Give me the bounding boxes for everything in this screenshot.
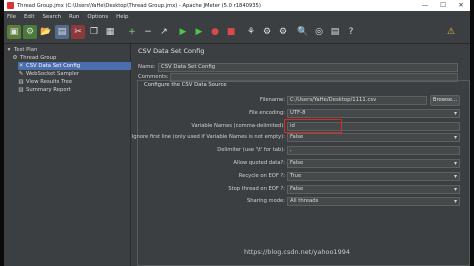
right-edge	[470, 0, 474, 266]
highlight-box	[284, 119, 342, 133]
toggle-icon[interactable]: ↗	[157, 25, 171, 39]
test-plan-icon: ▾	[7, 47, 11, 53]
open-icon[interactable]: 📂	[39, 25, 53, 39]
stop-icon[interactable]: ●	[208, 25, 222, 39]
search-icon[interactable]: 🔍	[296, 25, 310, 39]
copy-icon[interactable]: ❐	[87, 25, 101, 39]
variable-names-label: Variable Names (comma-delimited):	[191, 123, 285, 129]
menu-search[interactable]: Search	[42, 14, 61, 20]
name-input[interactable]: CSV Data Set Config	[158, 63, 458, 72]
chart-icon: ▥	[18, 87, 24, 93]
sharing-mode-label: Sharing mode:	[246, 198, 285, 204]
tree-item-thread-group[interactable]: ⚙ Thread Group	[12, 54, 57, 62]
remote-start-icon[interactable]: ⚘	[244, 25, 258, 39]
start-no-pause-icon[interactable]: ▶	[192, 25, 206, 39]
tree-item-label: Thread Group	[20, 55, 57, 61]
warning-icon[interactable]: ⚠	[444, 25, 458, 39]
reset-search-icon[interactable]: ◎	[312, 25, 326, 39]
collapse-icon[interactable]: −	[141, 25, 155, 39]
filename-input[interactable]: C:/Users/YaHe/Desktop/1111.csv	[287, 96, 427, 105]
filename-label: Filename:	[259, 97, 285, 103]
minimize-button[interactable]: —	[416, 0, 434, 11]
ignore-first-line-select[interactable]: False	[287, 133, 460, 142]
tree-item-view-results-tree[interactable]: ▥ View Results Tree	[18, 78, 72, 86]
tree-item-summary-report[interactable]: ▥ Summary Report	[18, 86, 71, 94]
clear-all-icon[interactable]: ⚙	[276, 25, 290, 39]
tree-item-websocket-sampler[interactable]: ✎ WebSocket Sampler	[18, 70, 79, 78]
menu-bar: File Edit Search Run Options Help	[4, 11, 470, 22]
allow-quoted-data-label: Allow quoted data?:	[233, 160, 285, 166]
clear-icon[interactable]: ⚙	[260, 25, 274, 39]
shutdown-icon[interactable]: ■	[224, 25, 238, 39]
tree-item-label: CSV Data Set Config	[26, 63, 81, 69]
maximize-button[interactable]: ☐	[434, 0, 452, 11]
tree-item-label: Test Plan	[14, 47, 38, 53]
tree-item-label: View Results Tree	[26, 79, 73, 85]
file-encoding-select[interactable]: UTF-8	[287, 109, 460, 118]
stop-thread-on-eof-select[interactable]: False	[287, 185, 460, 194]
templates-icon[interactable]: ⚙	[23, 25, 37, 39]
panel-title: CSV Data Set Config	[138, 47, 205, 55]
window-controls: — ☐ ✕	[416, 0, 470, 11]
recycle-on-eof-select[interactable]: True	[287, 172, 460, 181]
name-label: Name:	[138, 64, 156, 70]
config-icon: ✕	[18, 63, 24, 69]
save-icon[interactable]: ▤	[55, 25, 69, 39]
menu-options[interactable]: Options	[87, 14, 108, 20]
watermark: https://blog.csdn.net/yahoo1994	[244, 248, 350, 256]
group-title: Configure the CSV Data Source	[144, 82, 227, 88]
ignore-first-line-label: Ignore first line (only used if Variable…	[131, 134, 285, 140]
chart-icon: ▥	[18, 79, 24, 85]
file-encoding-label: File encoding:	[249, 110, 285, 116]
new-icon[interactable]: ▣	[7, 25, 21, 39]
delimiter-label: Delimiter (use '\t' for tab):	[217, 147, 285, 153]
test-plan-tree: ▾ Test Plan ⚙ Thread Group ✕ CSV Data Se…	[4, 44, 131, 266]
menu-help[interactable]: Help	[116, 14, 128, 20]
stop-thread-on-eof-label: Stop thread on EOF ?:	[228, 186, 285, 192]
start-icon[interactable]: ▶	[176, 25, 190, 39]
jmeter-app-icon	[7, 2, 14, 9]
tree-item-csv-data-set-config[interactable]: ✕ CSV Data Set Config	[18, 62, 131, 70]
cut-icon[interactable]: ✂	[71, 25, 85, 39]
paste-icon[interactable]: ▦	[103, 25, 117, 39]
close-button[interactable]: ✕	[452, 0, 470, 11]
tree-item-test-plan[interactable]: ▾ Test Plan	[6, 46, 38, 54]
sharing-mode-select[interactable]: All threads	[287, 197, 460, 206]
menu-edit[interactable]: Edit	[24, 14, 34, 20]
title-bar: Thread Group.jmx (C:\Users\YaHe\Desktop\…	[4, 0, 470, 11]
function-helper-icon[interactable]: ▤	[328, 25, 342, 39]
gear-icon: ⚙	[12, 55, 18, 61]
tree-item-label: Summary Report	[26, 87, 71, 93]
pen-icon: ✎	[18, 71, 24, 77]
menu-file[interactable]: File	[7, 14, 16, 20]
jmeter-window: Thread Group.jmx (C:\Users\YaHe\Desktop\…	[4, 0, 470, 266]
tree-item-label: WebSocket Sampler	[26, 71, 79, 77]
recycle-on-eof-label: Recycle on EOF ?:	[238, 173, 285, 179]
menu-run[interactable]: Run	[69, 14, 79, 20]
delimiter-input[interactable]: ,	[287, 146, 460, 155]
window-title: Thread Group.jmx (C:\Users\YaHe\Desktop\…	[17, 2, 261, 9]
toolbar: ▣ ⚙ 📂 ▤ ✂ ❐ ▦ + − ↗ ▶ ▶ ● ■ ⚘ ⚙ ⚙ 🔍 ◎ ▤ …	[4, 22, 470, 44]
config-panel: CSV Data Set Config Name: CSV Data Set C…	[131, 44, 470, 266]
browse-button[interactable]: Browse...	[430, 95, 460, 106]
help-icon[interactable]: ?	[344, 25, 358, 39]
expand-icon[interactable]: +	[125, 25, 139, 39]
allow-quoted-data-select[interactable]: False	[287, 159, 460, 168]
